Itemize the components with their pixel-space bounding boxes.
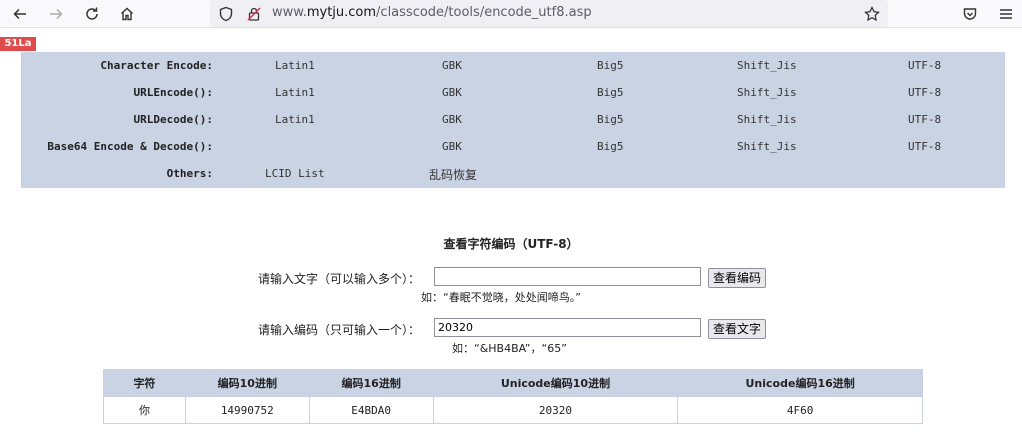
nav-row-label: Base64 Encode & Decode():	[47, 140, 213, 153]
nav-row-label: Others:	[166, 167, 213, 180]
view-text-button[interactable]: 查看文字	[708, 319, 767, 339]
pocket-button[interactable]	[958, 2, 982, 26]
nav-link-latin1[interactable]: Latin1	[275, 86, 315, 99]
encoding-nav-panel: Character Encode: Latin1 GBK Big5 Shift_…	[21, 52, 1005, 188]
table-cell-unicode-decimal: 20320	[432, 396, 679, 424]
column-header: Unicode编码10进制	[432, 369, 679, 397]
nav-link-shift-jis[interactable]: Shift_Jis	[737, 59, 797, 72]
nav-link-shift-jis[interactable]: Shift_Jis	[737, 113, 797, 126]
nav-row-others: Others: LCID List 乱码恢复	[21, 160, 1005, 187]
section-title: 查看字符编码（UTF-8）	[443, 237, 579, 251]
nav-link-gbk[interactable]: GBK	[442, 113, 462, 126]
home-button[interactable]	[115, 2, 139, 26]
home-icon	[121, 7, 133, 21]
reload-icon	[86, 7, 98, 20]
nav-row-urldecode: URLDecode(): Latin1 GBK Big5 Shift_Jis U…	[21, 106, 1005, 133]
nav-link-utf8[interactable]: UTF-8	[908, 113, 941, 126]
nav-link-garbled-recovery[interactable]: 乱码恢复	[429, 166, 477, 183]
text-input[interactable]	[434, 267, 701, 286]
nav-link-big5[interactable]: Big5	[597, 86, 624, 99]
table-cell-unicode-hex: 4F60	[677, 396, 923, 424]
nav-link-big5[interactable]: Big5	[597, 113, 624, 126]
nav-row-base64: Base64 Encode & Decode(): GBK Big5 Shift…	[21, 133, 1005, 160]
nav-row-character-encode: Character Encode: Latin1 GBK Big5 Shift_…	[21, 52, 1005, 79]
nav-link-big5[interactable]: Big5	[597, 59, 624, 72]
nav-link-latin1[interactable]: Latin1	[275, 113, 315, 126]
code-input-hint: 如：“&HB4BA”，“65”	[452, 342, 567, 355]
nav-link-gbk[interactable]: GBK	[442, 59, 462, 72]
hamburger-menu-icon	[1000, 9, 1012, 19]
url-text[interactable]: www.mytju.com/classcode/tools/encode_utf…	[272, 5, 592, 20]
back-button[interactable]	[8, 2, 32, 26]
nav-link-gbk[interactable]: GBK	[442, 86, 462, 99]
column-header: Unicode编码16进制	[677, 369, 923, 397]
forward-button[interactable]	[44, 2, 68, 26]
column-header: 字符	[103, 369, 186, 397]
insecure-lock-icon[interactable]	[242, 2, 266, 26]
pocket-icon	[963, 8, 977, 20]
nav-link-lcid-list[interactable]: LCID List	[265, 167, 325, 180]
view-encoding-button[interactable]: 查看编码	[708, 268, 767, 288]
nav-row-urlencode: URLEncode(): Latin1 GBK Big5 Shift_Jis U…	[21, 79, 1005, 106]
nav-row-label: Character Encode:	[100, 59, 213, 72]
code-input-label: 请输入编码（只可输入一个）：	[258, 323, 421, 337]
result-table: 字符 编码10进制 编码16进制 Unicode编码10进制 Unicode编码…	[103, 369, 923, 424]
nav-link-utf8[interactable]: UTF-8	[908, 86, 941, 99]
nav-link-latin1[interactable]: Latin1	[275, 59, 315, 72]
table-header-row: 字符 编码10进制 编码16进制 Unicode编码10进制 Unicode编码…	[103, 369, 923, 397]
nav-link-gbk[interactable]: GBK	[442, 140, 462, 153]
code-input[interactable]	[434, 318, 701, 337]
address-bar[interactable]: www.mytju.com/classcode/tools/encode_utf…	[210, 0, 888, 27]
nav-link-utf8[interactable]: UTF-8	[908, 140, 941, 153]
text-input-hint: 如：“春眠不觉晓，处处闻啼鸟。”	[421, 291, 581, 304]
bookmark-star-icon[interactable]	[860, 2, 884, 26]
reload-button[interactable]	[80, 2, 104, 26]
arrow-left-icon	[13, 8, 26, 20]
text-input-label: 请输入文字（可以输入多个）：	[258, 272, 421, 286]
table-row: 你 14990752 E4BDA0 20320 4F60	[103, 396, 923, 424]
column-header: 编码10进制	[184, 369, 310, 397]
table-cell-hex: E4BDA0	[308, 396, 434, 424]
nav-link-big5[interactable]: Big5	[597, 140, 624, 153]
nav-row-label: URLEncode():	[133, 86, 213, 99]
menu-button[interactable]	[994, 2, 1018, 26]
nav-link-utf8[interactable]: UTF-8	[908, 59, 941, 72]
arrow-right-icon	[50, 8, 63, 20]
nav-link-shift-jis[interactable]: Shift_Jis	[737, 140, 797, 153]
nav-row-label: URLDecode():	[133, 113, 213, 126]
column-header: 编码16进制	[308, 369, 434, 397]
nav-link-shift-jis[interactable]: Shift_Jis	[737, 86, 797, 99]
table-cell-character: 你	[103, 396, 186, 424]
shield-icon[interactable]	[214, 2, 238, 26]
table-cell-decimal: 14990752	[184, 396, 310, 424]
browser-toolbar: www.mytju.com/classcode/tools/encode_utf…	[0, 0, 1022, 28]
stats-badge[interactable]: 51La	[0, 37, 36, 51]
